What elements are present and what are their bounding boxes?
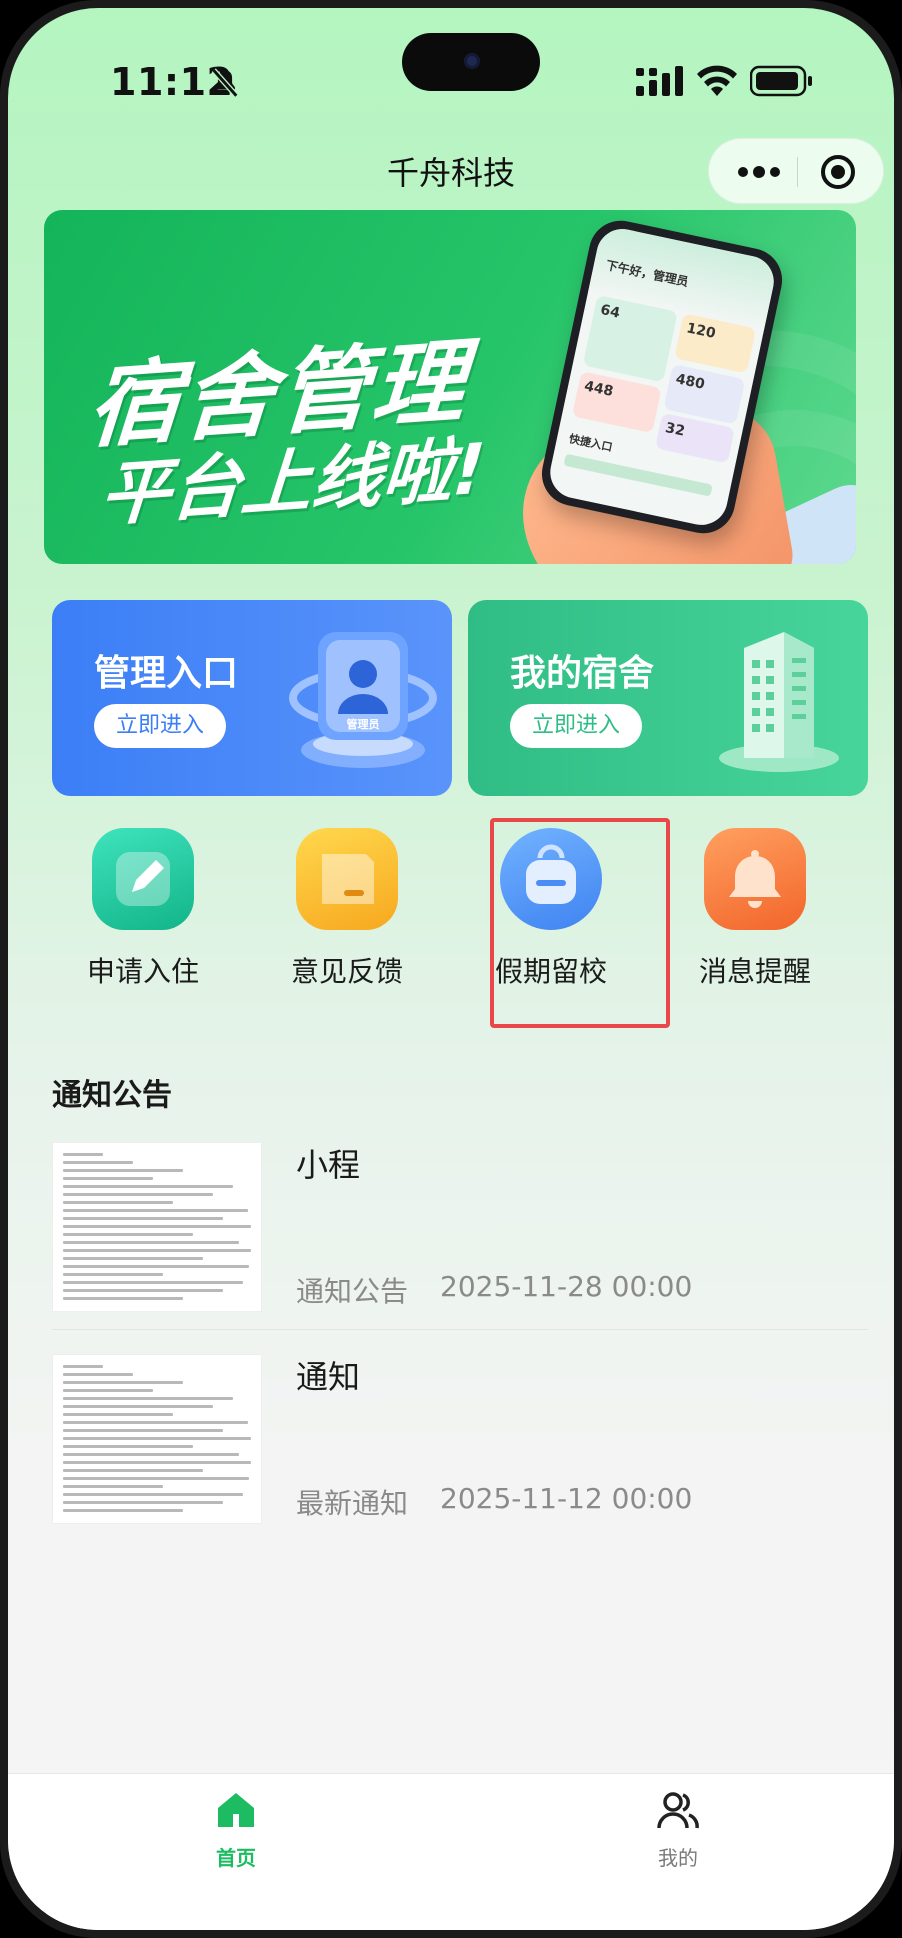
highlight-box [490,818,670,1028]
phone-frame: 11:12 千舟科技 宿舍管理 平台上线啦! 下午好，管理员 64 120 44… [0,0,902,1938]
notice-date: 2025-11-12 00:00 [440,1482,693,1515]
dorm-entry-title: 我的宿舍 [510,653,655,694]
battery-icon [750,65,812,97]
phone-stat: 448 [582,378,615,400]
capsule-divider [797,157,798,187]
notice-thumbnail [52,1142,262,1312]
bell-icon [704,828,806,930]
bottom-tab-bar: 首页 我的 [8,1773,894,1930]
notice-category: 最新通知 [296,1487,409,1520]
notice-date: 2025-11-28 00:00 [440,1270,693,1303]
promo-banner[interactable]: 宿舍管理 平台上线啦! 下午好，管理员 64 120 448 480 32 快捷… [44,210,856,564]
admin-badge-label: 管理员 [347,717,380,731]
notice-item[interactable]: 小程 通知公告 2025-11-28 00:00 [52,1138,868,1330]
tab-mine[interactable]: 我的 [578,1788,778,1878]
status-bar: 11:12 [8,8,894,138]
note-icon [296,828,398,930]
close-miniprogram-icon[interactable] [819,153,857,191]
building-icon [719,632,839,772]
notice-category: 通知公告 [296,1275,409,1308]
bell-muted-icon [211,68,239,98]
phone-section: 快捷入口 [567,432,614,455]
dorm-enter-button[interactable]: 立即进入 [510,704,642,748]
app-screen: 11:12 千舟科技 宿舍管理 平台上线啦! 下午好，管理员 64 120 44… [8,8,894,1930]
home-icon [218,1793,254,1827]
action-label: 申请入住 [86,955,199,988]
tab-home[interactable]: 首页 [136,1788,336,1878]
phone-stat: 120 [685,320,717,342]
tab-label: 首页 [216,1846,256,1870]
phone-stat: 480 [674,371,707,393]
action-label: 意见反馈 [290,955,403,988]
more-icon[interactable] [737,161,781,183]
phone-stat: 64 [598,301,622,322]
dorm-entry-card[interactable]: 我的宿舍 立即进入 [468,600,868,796]
quick-actions: 申请入住 意见反馈 假期留校 消息提醒 [48,828,868,1018]
miniprogram-capsule [708,138,884,204]
notice-item[interactable]: 通知 最新通知 2025-11-12 00:00 [52,1350,868,1540]
admin-entry-title: 管理入口 [94,653,239,694]
feedback-action[interactable]: 意见反馈 [252,828,432,1018]
phone-stat: 32 [663,420,687,440]
wifi-icon [697,65,737,96]
admin-badge-icon: 管理员 [289,632,437,768]
message-reminder-action[interactable]: 消息提醒 [660,828,840,1018]
notice-thumbnail [52,1354,262,1524]
apply-checkin-action[interactable]: 申请入住 [48,828,228,1018]
action-label: 消息提醒 [698,955,811,988]
users-icon [657,1792,699,1829]
pencil-icon [92,828,194,930]
notices-title: 通知公告 [52,1078,172,1113]
dynamic-island [402,33,540,91]
admin-entry-card[interactable]: 管理入口 立即进入 管理员 [52,600,452,796]
notice-title: 通知 [296,1358,361,1396]
admin-enter-button[interactable]: 立即进入 [94,704,226,748]
tab-label: 我的 [658,1846,698,1870]
cellular-signal-icon [636,66,683,96]
notice-title: 小程 [296,1146,361,1184]
